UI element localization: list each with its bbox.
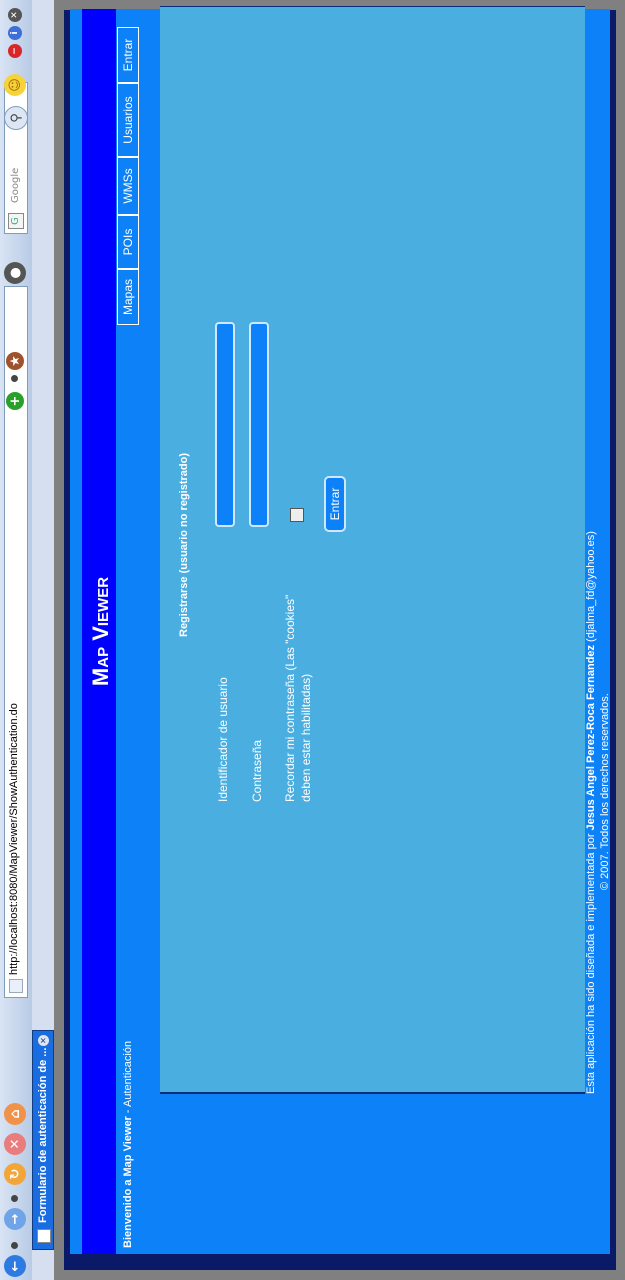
blocked-icon[interactable]: −	[8, 44, 22, 58]
breadcrumb-app: Bienvenido a Map Viewer	[122, 1116, 134, 1248]
browser-window: ← → ↻ ✕ ⌂ http://localhost:8080/MapViewe…	[0, 0, 625, 1280]
app-banner: Map Viewer	[82, 9, 116, 1254]
page-icon	[9, 979, 23, 993]
tab-favicon-icon	[37, 1229, 51, 1243]
footer: Esta aplicación ha sido diseñada e imple…	[585, 9, 611, 1254]
addon-puzzle-icon[interactable]: +	[6, 392, 24, 410]
footer-author: Jesus Angel Perez-Roca Fernandez	[585, 645, 597, 831]
nav-pois-button[interactable]: POIs	[117, 215, 139, 269]
smiley-icon[interactable]: ☺	[4, 74, 26, 96]
back-dropdown-icon[interactable]	[11, 1242, 18, 1249]
breadcrumb-separator: -	[122, 1106, 134, 1117]
forward-arrow-icon[interactable]: →	[4, 1208, 26, 1230]
breadcrumb-page: Autenticación	[122, 1040, 134, 1107]
password-input[interactable]	[249, 322, 269, 527]
register-heading: Registrarse (usuario no registrado)	[178, 453, 190, 637]
url-text: http://localhost:8080/MapViewer/ShowAuth…	[8, 703, 20, 975]
user-label: Identificador de usuario	[216, 677, 230, 802]
login-panel: Registrarse (usuario no registrado) Iden…	[160, 6, 585, 1094]
home-icon[interactable]: ⌂	[4, 1103, 26, 1125]
nav-entrar-button[interactable]: Entrar	[117, 27, 139, 83]
browser-tab[interactable]: Formulario de autenticación de ... ✕	[32, 1030, 54, 1250]
app-container: Map Viewer Bienvenido a Map Viewer - Aut…	[70, 6, 611, 1254]
footer-email: (djalma_fd@yahoo.es)	[585, 531, 597, 645]
info-icon[interactable]: i	[8, 26, 22, 40]
footer-credits: Esta aplicación ha sido diseñada e imple…	[585, 531, 597, 1094]
nav-usuarios-button[interactable]: Usuarios	[117, 83, 139, 157]
tab-bar: Formulario de autenticación de ... ✕	[32, 0, 55, 1280]
login-submit-button[interactable]: Entrar	[324, 476, 346, 532]
footer-copyright: © 2007. Todos los derechos reservados.	[599, 693, 611, 890]
user-input[interactable]	[215, 322, 235, 527]
search-placeholder: Google	[10, 167, 21, 203]
remember-label: Recordar mi contraseña (Las "cookies" de…	[282, 595, 314, 802]
search-icon[interactable]: ⚲	[4, 106, 28, 130]
search-box[interactable]: G Google	[4, 82, 28, 234]
password-label: Contraseña	[250, 739, 264, 802]
close-toolbar-icon[interactable]: ✕	[8, 8, 22, 22]
remember-label-line1: Recordar mi contraseña (Las "cookies"	[283, 594, 297, 802]
reload-icon[interactable]: ↻	[4, 1163, 26, 1185]
tab-close-icon[interactable]: ✕	[38, 1035, 49, 1046]
remember-checkbox[interactable]	[290, 508, 304, 522]
addon-dot-icon[interactable]	[11, 375, 18, 382]
remember-label-line2: deben estar habilitadas)	[299, 673, 313, 802]
nav-wmss-button[interactable]: WMSs	[117, 157, 139, 215]
footer-credits-prefix: Esta aplicación ha sido diseñada e imple…	[585, 830, 597, 1095]
back-arrow-icon[interactable]: ←	[4, 1255, 26, 1277]
forward-dropdown-icon[interactable]	[11, 1195, 18, 1202]
stop-icon[interactable]: ✕	[4, 1133, 26, 1155]
breadcrumb: Bienvenido a Map Viewer - Autenticación	[122, 1041, 134, 1248]
addon-brown-icon[interactable]: ★	[6, 352, 24, 370]
go-icon[interactable]: ●	[4, 262, 26, 284]
page-frame: Map Viewer Bienvenido a Map Viewer - Aut…	[64, 6, 616, 1270]
page-viewport: Map Viewer Bienvenido a Map Viewer - Aut…	[54, 0, 625, 1280]
tab-title: Formulario de autenticación de ...	[37, 1047, 49, 1223]
app-title: Map Viewer	[88, 576, 113, 687]
nav-mapas-button[interactable]: Mapas	[117, 269, 139, 325]
google-icon: G	[8, 213, 24, 229]
browser-toolbar: ← → ↻ ✕ ⌂ http://localhost:8080/MapViewe…	[0, 0, 33, 1280]
